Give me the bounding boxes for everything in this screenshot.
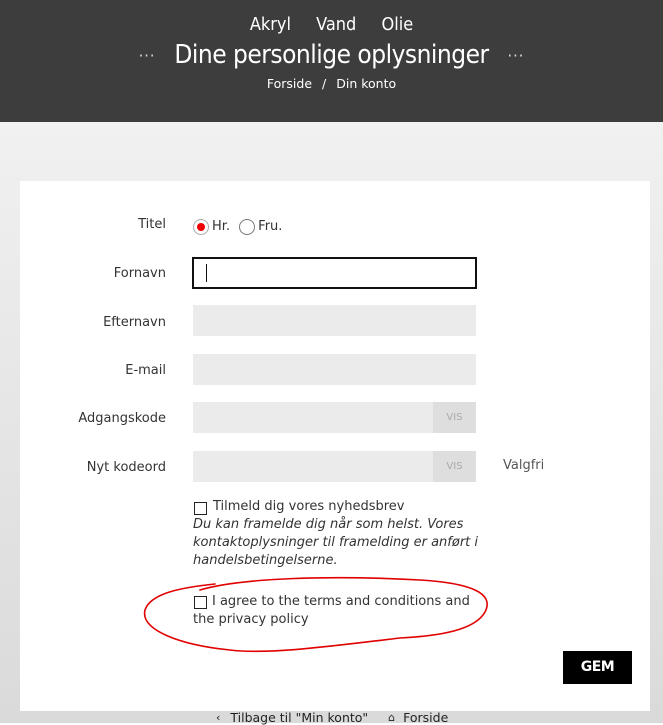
- home-icon: ⌂: [388, 711, 396, 724]
- annotation-stroke: [143, 576, 488, 653]
- chevron-left-icon: ‹: [216, 711, 221, 724]
- annotation-circle: [143, 576, 488, 653]
